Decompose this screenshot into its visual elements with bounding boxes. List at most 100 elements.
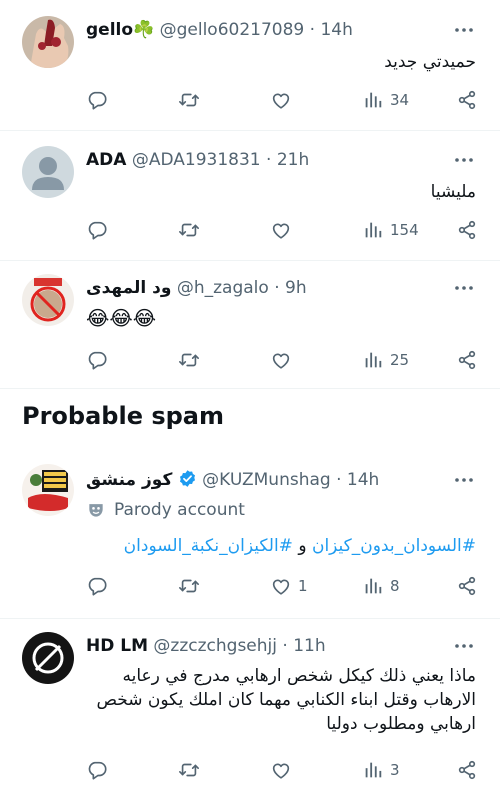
timestamp[interactable]: 21h [277, 150, 309, 170]
avatar[interactable] [22, 146, 74, 198]
retweet-button[interactable] [178, 88, 200, 112]
like-button[interactable] [270, 758, 292, 782]
hashtag-link[interactable]: #السودان_بدون_كيزان [312, 536, 476, 556]
avatar[interactable] [22, 274, 74, 326]
views-button[interactable]: 154 [362, 218, 419, 242]
timestamp[interactable]: 9h [285, 278, 307, 298]
avatar[interactable] [22, 464, 74, 516]
avatar-image [22, 274, 74, 326]
like-button[interactable] [270, 218, 292, 242]
tweet-text-line: ارهابي ومطلوب دوليا [326, 714, 476, 734]
retweet-icon [178, 759, 200, 781]
views-count: 154 [390, 221, 419, 239]
display-name[interactable]: ود المهدى [86, 278, 171, 298]
timestamp[interactable]: 14h [347, 470, 379, 490]
verified-badge-icon[interactable] [178, 469, 197, 488]
display-name[interactable]: كوز منشق [86, 470, 172, 490]
tweet[interactable]: gello☘️ @gello60217089 · 14h حميدتي جديد… [0, 0, 500, 131]
tweet-header: كوز منشق @KUZMunshag · 14h [86, 468, 440, 492]
avatar[interactable] [22, 16, 74, 68]
timestamp[interactable]: 14h [320, 20, 352, 40]
tweet[interactable]: ود المهدى @h_zagalo · 9h 😂😂😂 25 [0, 260, 500, 389]
views-button[interactable]: 34 [362, 88, 409, 112]
hashtag-link[interactable]: #الكيزان_نكبة_السودان [124, 536, 293, 556]
views-count: 34 [390, 91, 410, 109]
user-handle[interactable]: @gello60217089 [160, 20, 305, 40]
share-button[interactable] [456, 348, 478, 372]
section-title: Probable spam [22, 402, 224, 430]
views-button[interactable]: 3 [362, 758, 400, 782]
retweet-button[interactable] [178, 348, 200, 372]
reply-button[interactable] [86, 574, 108, 598]
more-options-icon[interactable] [452, 634, 476, 658]
tweet[interactable]: HD LM @zzczchgsehjj · 11h ماذا يعني ذلك … [0, 618, 500, 807]
more-options-icon[interactable] [452, 468, 476, 492]
heart-icon [270, 759, 292, 781]
tweet-actions: 154 [86, 218, 478, 242]
more-options-icon[interactable] [452, 148, 476, 172]
tweet-actions: 1 8 [86, 574, 478, 598]
heart-icon [270, 575, 292, 597]
retweet-icon [178, 219, 200, 241]
reply-icon [86, 219, 108, 241]
like-button[interactable] [270, 348, 292, 372]
likes-count: 1 [298, 577, 308, 595]
tweet-header: gello☘️ @gello60217089 · 14h [86, 18, 440, 42]
reply-icon [86, 89, 108, 111]
reply-icon [86, 575, 108, 597]
avatar-image [22, 632, 74, 684]
reply-icon [86, 349, 108, 371]
display-name[interactable]: HD LM [86, 636, 148, 656]
share-button[interactable] [456, 758, 478, 782]
tweet[interactable]: ADA @ADA1931831 · 21h مليشيا 154 [0, 130, 500, 261]
avatar-image [22, 464, 74, 516]
share-button[interactable] [456, 218, 478, 242]
tweet-text: 😂😂😂 [86, 306, 157, 330]
tweet-header: ود المهدى @h_zagalo · 9h [86, 276, 440, 300]
tweet-text-line: الارهاب وقتل ابناء الكنابي مهما كان املك… [96, 690, 476, 710]
avatar-image [22, 16, 74, 68]
share-icon [456, 575, 478, 597]
reply-button[interactable] [86, 348, 108, 372]
heart-icon [270, 349, 292, 371]
separator-dot: · [282, 636, 288, 656]
display-name[interactable]: gello☘️ [86, 20, 154, 40]
views-icon [362, 219, 384, 241]
more-options-icon[interactable] [452, 18, 476, 42]
display-name[interactable]: ADA [86, 150, 126, 170]
timestamp[interactable]: 11h [293, 636, 325, 656]
heart-icon [270, 89, 292, 111]
share-icon [456, 759, 478, 781]
views-count: 25 [390, 351, 410, 369]
tweet-text: مليشيا [430, 182, 476, 202]
retweet-button[interactable] [178, 574, 200, 598]
reply-button[interactable] [86, 758, 108, 782]
views-icon [362, 349, 384, 371]
retweet-button[interactable] [178, 758, 200, 782]
user-handle[interactable]: @h_zagalo [177, 278, 269, 298]
user-handle[interactable]: @KUZMunshag [202, 470, 331, 490]
more-options-icon[interactable] [452, 276, 476, 300]
user-handle[interactable]: @ADA1931831 [132, 150, 261, 170]
user-handle[interactable]: @zzczchgsehjj [153, 636, 277, 656]
retweet-button[interactable] [178, 218, 200, 242]
parody-label: Parody account [86, 500, 245, 520]
reply-button[interactable] [86, 218, 108, 242]
views-button[interactable]: 8 [362, 574, 400, 598]
share-button[interactable] [456, 88, 478, 112]
avatar[interactable] [22, 632, 74, 684]
separator-dot: · [336, 470, 342, 490]
share-icon [456, 219, 478, 241]
share-button[interactable] [456, 574, 478, 598]
tweet-text: حميدتي جديد [384, 52, 476, 72]
views-button[interactable]: 25 [362, 348, 409, 372]
tweet-text: ماذا يعني ذلك كيكل شخص ارهابي مدرج في رع… [86, 664, 476, 736]
reply-button[interactable] [86, 88, 108, 112]
tweet-actions: 3 [86, 758, 478, 782]
views-icon [362, 759, 384, 781]
retweet-icon [178, 575, 200, 597]
like-button[interactable] [270, 88, 292, 112]
like-button[interactable]: 1 [270, 574, 308, 598]
tweet[interactable]: كوز منشق @KUZMunshag · 14h Parody accoun… [0, 452, 500, 619]
separator-dot: · [266, 150, 272, 170]
